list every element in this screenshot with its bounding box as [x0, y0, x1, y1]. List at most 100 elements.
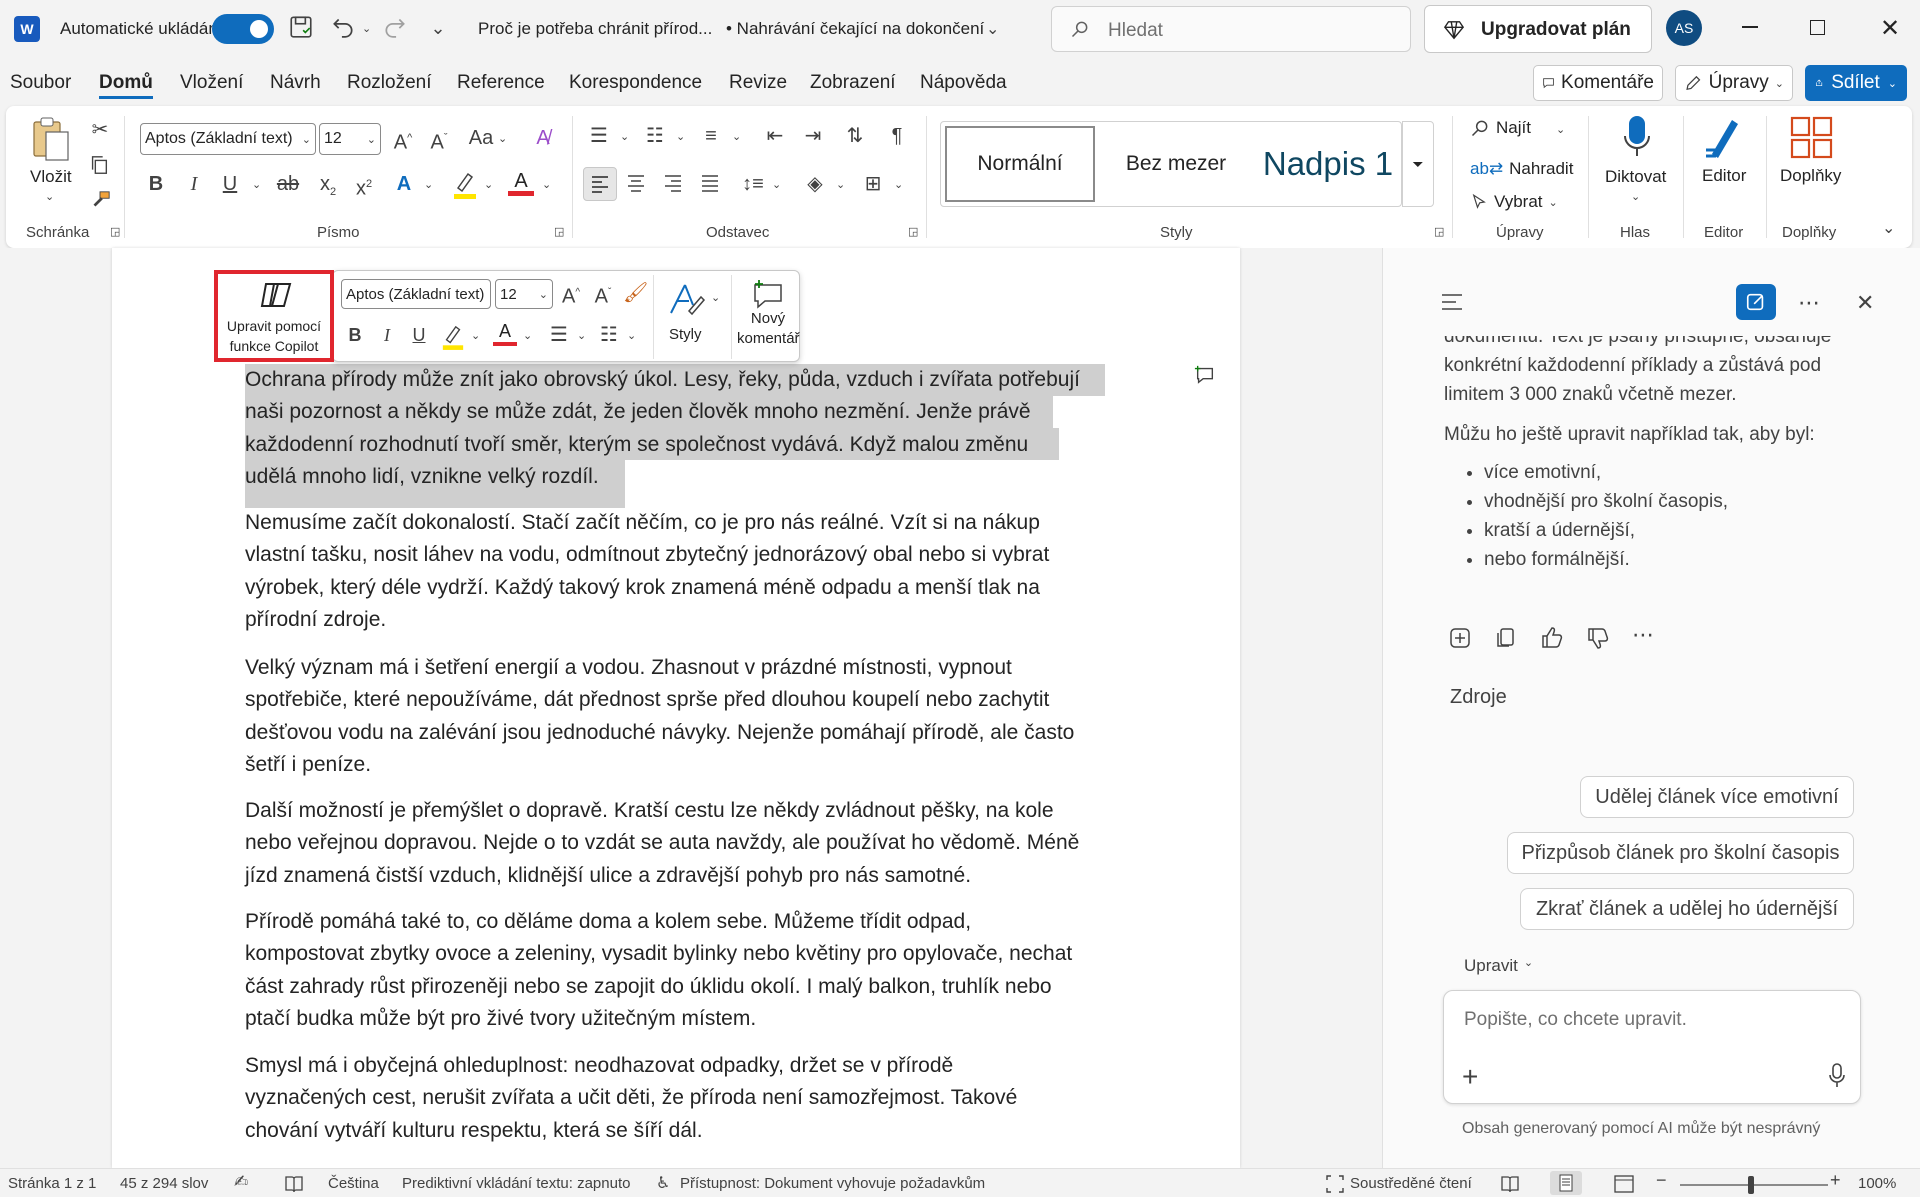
float-underline-icon[interactable]: U	[409, 321, 429, 349]
customize-toolbar-icon[interactable]: ⌄	[424, 14, 452, 42]
zoom-in-icon[interactable]: +	[1830, 1170, 1841, 1191]
upgrade-button[interactable]: Upgradovat plán	[1424, 5, 1652, 53]
font-launcher-icon[interactable]: ◲	[554, 225, 564, 238]
style-no-spacing[interactable]: Bez mezer	[1101, 126, 1251, 202]
dictate-label[interactable]: Diktovat	[1605, 167, 1666, 187]
tab-domu[interactable]: Domů	[99, 72, 153, 99]
document-paragraph-4[interactable]: Další možností je přemýšlet o dopravě. K…	[245, 795, 1125, 892]
comments-button[interactable]: Komentáře	[1533, 65, 1663, 101]
float-highlight-chevron-icon[interactable]: ⌄	[471, 329, 480, 342]
insert-icon[interactable]	[1448, 626, 1472, 650]
document-paragraph-5[interactable]: Přírodě pomáhá také to, co děláme doma a…	[245, 906, 1125, 1036]
document-paragraph-6[interactable]: Smysl má i obyčejná ohleduplnost: neodha…	[245, 1050, 1125, 1147]
line-spacing-chevron-icon[interactable]: ⌄	[772, 178, 781, 191]
microphone-icon[interactable]	[1622, 114, 1652, 160]
numbering-chevron-icon[interactable]: ⌄	[676, 130, 685, 143]
predictive-text-status[interactable]: Prediktivní vkládání textu: zapnuto	[402, 1175, 630, 1192]
show-marks-icon[interactable]: ¶	[884, 122, 910, 150]
response-more-icon[interactable]: ⋯	[1632, 622, 1654, 648]
superscript-icon[interactable]: x2	[352, 170, 376, 203]
font-size-select[interactable]: 12 ⌄	[319, 123, 381, 155]
grow-font-icon[interactable]: A^	[390, 124, 416, 157]
shading-icon[interactable]: ◈	[802, 170, 828, 198]
highlight-icon[interactable]	[452, 170, 478, 200]
document-paragraph-1[interactable]: Ochrana přírody může znít jako obrovský …	[245, 364, 1125, 494]
decrease-indent-icon[interactable]: ⇤	[762, 122, 788, 150]
minimize-icon[interactable]	[1742, 26, 1758, 28]
thumbs-up-icon[interactable]	[1540, 626, 1564, 650]
more-options-icon[interactable]: ⋯	[1798, 290, 1820, 316]
title-chevron-down-icon[interactable]: ⌄	[986, 19, 999, 39]
ribbon-collapse-icon[interactable]: ⌄	[1882, 218, 1895, 238]
subscript-icon[interactable]: x2	[316, 170, 340, 206]
select-button[interactable]: Vybrat ⌄	[1470, 192, 1558, 212]
maximize-icon[interactable]	[1810, 20, 1825, 35]
tab-vlozeni[interactable]: Vložení	[180, 72, 243, 94]
float-highlight-icon[interactable]	[441, 323, 465, 351]
shading-chevron-icon[interactable]: ⌄	[836, 178, 845, 191]
tab-reference[interactable]: Reference	[457, 72, 545, 94]
float-numbering-icon[interactable]: ☷	[597, 321, 621, 349]
suggestion-chip[interactable]: Zkrať článek a udělej ho údernější	[1520, 888, 1854, 930]
strikethrough-icon[interactable]: ab	[276, 170, 300, 198]
float-italic-icon[interactable]: I	[377, 321, 397, 349]
zoom-level[interactable]: 100%	[1858, 1175, 1896, 1192]
styles-launcher-icon[interactable]: ◲	[1434, 225, 1444, 238]
styles-pen-icon[interactable]	[667, 281, 707, 317]
float-size-select[interactable]: 12 ⌄	[495, 279, 553, 309]
language-status[interactable]: Čeština	[328, 1175, 379, 1192]
align-left-button[interactable]	[583, 167, 617, 201]
clear-formatting-icon[interactable]: A̸	[530, 124, 556, 152]
shrink-font-icon[interactable]: Aˇ	[426, 124, 452, 157]
redo-icon[interactable]	[382, 13, 410, 39]
replace-button[interactable]: ab⇄ Nahradit	[1470, 155, 1573, 183]
accessibility-status[interactable]: Přístupnost: Dokument vyhovuje požadavků…	[680, 1175, 985, 1192]
change-case-chevron-icon[interactable]: ⌄	[498, 132, 507, 145]
zoom-out-icon[interactable]: −	[1656, 1170, 1667, 1191]
format-painter-icon[interactable]	[88, 190, 112, 212]
tab-soubor[interactable]: Soubor	[10, 72, 71, 94]
float-bullets-icon[interactable]: ☰	[547, 321, 571, 349]
close-panel-icon[interactable]: ✕	[1856, 290, 1874, 316]
tab-napoveda[interactable]: Nápověda	[920, 72, 1007, 94]
document-paragraph-2[interactable]: Nemusíme začít dokonalostí. Stačí začít …	[245, 507, 1125, 637]
document-paragraph-3[interactable]: Velký význam má i šetření energií a vodo…	[245, 652, 1125, 782]
upload-status[interactable]: • Nahrávání čekající na dokončení	[726, 19, 984, 39]
tab-korespondence[interactable]: Korespondence	[569, 72, 702, 94]
book-icon[interactable]	[284, 1175, 304, 1193]
increase-indent-icon[interactable]: ⇥	[800, 122, 826, 150]
sources-label[interactable]: Zdroje	[1450, 686, 1507, 709]
numbering-icon[interactable]: ☷	[642, 122, 668, 150]
bullets-icon[interactable]: ☰	[586, 122, 612, 150]
font-color-icon[interactable]: A	[508, 170, 534, 200]
microphone-input-icon[interactable]	[1828, 1063, 1846, 1089]
print-layout-icon[interactable]	[1550, 1171, 1582, 1195]
styles-chevron-icon[interactable]: ⌄	[711, 291, 720, 304]
multilevel-list-icon[interactable]: ≡	[698, 122, 724, 150]
tab-rozlozeni[interactable]: Rozložení	[347, 72, 432, 94]
proofing-icon[interactable]: ✍	[234, 1172, 248, 1192]
addins-icon[interactable]	[1790, 116, 1834, 160]
chat-scroll-area[interactable]: dokumentu. Text je psaný přístupně, obsa…	[1382, 336, 1920, 1018]
tab-zobrazeni[interactable]: Zobrazení	[810, 72, 896, 94]
document-title[interactable]: Proč je potřeba chránit přírod...	[478, 19, 712, 39]
clipboard-launcher-icon[interactable]: ◲	[110, 225, 120, 238]
suggestion-chip[interactable]: Udělej článek více emotivní	[1580, 776, 1854, 818]
word-count[interactable]: 45 z 294 slov	[120, 1175, 208, 1192]
add-comment-icon[interactable]	[1194, 364, 1216, 386]
editor-label[interactable]: Editor	[1702, 166, 1746, 186]
focus-mode[interactable]: Soustředěné čtení	[1350, 1175, 1472, 1192]
web-layout-icon[interactable]	[1614, 1175, 1634, 1193]
font-color-chevron-icon[interactable]: ⌄	[542, 178, 551, 191]
undo-dropdown-icon[interactable]: ⌄	[362, 22, 371, 35]
search-box[interactable]: Hledat	[1051, 6, 1411, 52]
close-window-icon[interactable]: ✕	[1880, 14, 1900, 43]
font-name-select[interactable]: Aptos (Základní text) ⌄	[140, 123, 316, 155]
addins-label[interactable]: Doplňky	[1780, 166, 1841, 186]
borders-chevron-icon[interactable]: ⌄	[894, 178, 903, 191]
avatar[interactable]: AS	[1666, 10, 1702, 46]
underline-chevron-icon[interactable]: ⌄	[252, 178, 261, 191]
align-center-icon[interactable]	[627, 174, 645, 192]
paragraph-launcher-icon[interactable]: ◲	[908, 225, 918, 238]
float-bullets-chevron-icon[interactable]: ⌄	[577, 329, 586, 342]
